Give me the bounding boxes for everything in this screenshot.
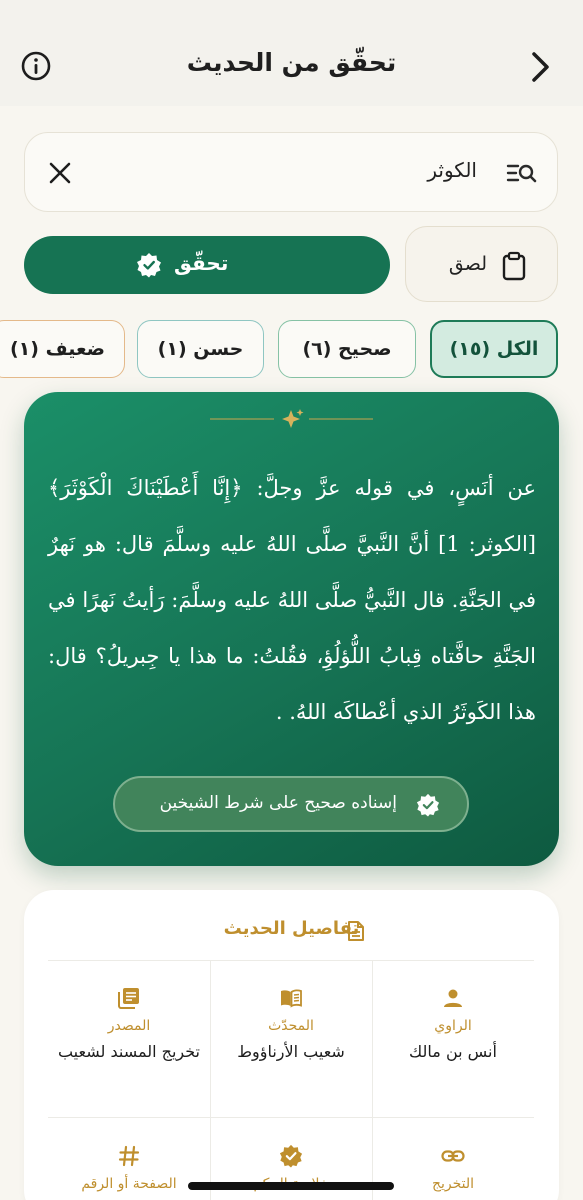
detail-value: أنس بن مالك [409,1042,497,1061]
detail-value: شعيب الأرناؤوط [237,1042,345,1061]
paste-button[interactable]: لصق [405,226,558,302]
search-list-icon [506,164,537,183]
clipboard-icon [502,251,526,281]
detail-label: التخريج [431,1176,475,1192]
paste-label: لصق [448,253,487,275]
filter-chip-hasan[interactable]: حسن (١) [137,320,264,378]
detail-label: الصفحة أو الرقم [81,1176,177,1192]
detail-page-number: الصفحة أو الرقم [48,1144,210,1192]
hash-icon [118,1145,140,1167]
close-icon[interactable] [47,160,73,186]
filter-chip-daif[interactable]: ضعيف (١) [0,320,125,378]
hadith-grade-label: إسناده صحيح على شرط الشيخين [159,793,397,813]
verify-button[interactable]: تحقّق [24,236,390,294]
detail-label: الراوي [434,1018,472,1034]
filter-chip-all[interactable]: الكل (١٥) [430,320,558,378]
verified-badge-icon [279,1144,303,1168]
detail-takhrij: التخريج [372,1144,534,1192]
home-indicator[interactable] [188,1182,394,1190]
hadith-details-card: تفاصيل الحديث الراوي أنس بن مالك المحدّث… [24,890,559,1200]
details-title: تفاصيل الحديث [223,918,360,939]
document-icon [348,921,364,941]
info-icon[interactable] [20,50,52,82]
page-title: تحقّق من الحديث [186,48,397,77]
search-input[interactable]: الكوثر [427,158,477,182]
detail-label: المحدّث [268,1018,314,1034]
verified-badge-icon [416,793,440,817]
open-book-icon [281,989,302,1008]
detail-source: المصدر تخريج المسند لشعيب [48,986,210,1064]
search-field[interactable]: الكوثر [24,132,558,212]
app-header: تحقّق من الحديث [0,0,583,106]
detail-label: المصدر [107,1018,151,1034]
filter-chip-sahih[interactable]: صحيح (٦) [278,320,416,378]
person-icon [444,989,462,1007]
library-books-icon [118,988,139,1009]
hadith-grade-badge: إسناده صحيح على شرط الشيخين [113,776,469,832]
divider [48,1117,534,1118]
detail-muhaddith: المحدّث شعيب الأرناؤوط [210,986,372,1064]
link-icon [441,1150,465,1162]
sparkle-ornament-icon [210,409,373,428]
verified-badge-icon [137,253,161,278]
verify-label: تحقّق [174,251,229,275]
detail-value: تخريج المسند لشعيب [57,1042,201,1061]
divider [48,960,534,961]
detail-narrator: الراوي أنس بن مالك [372,986,534,1064]
hadith-text: عن أنَسٍ، في قوله عزَّ وجلَّ: ﴿إِنَّا أَ… [48,476,537,724]
